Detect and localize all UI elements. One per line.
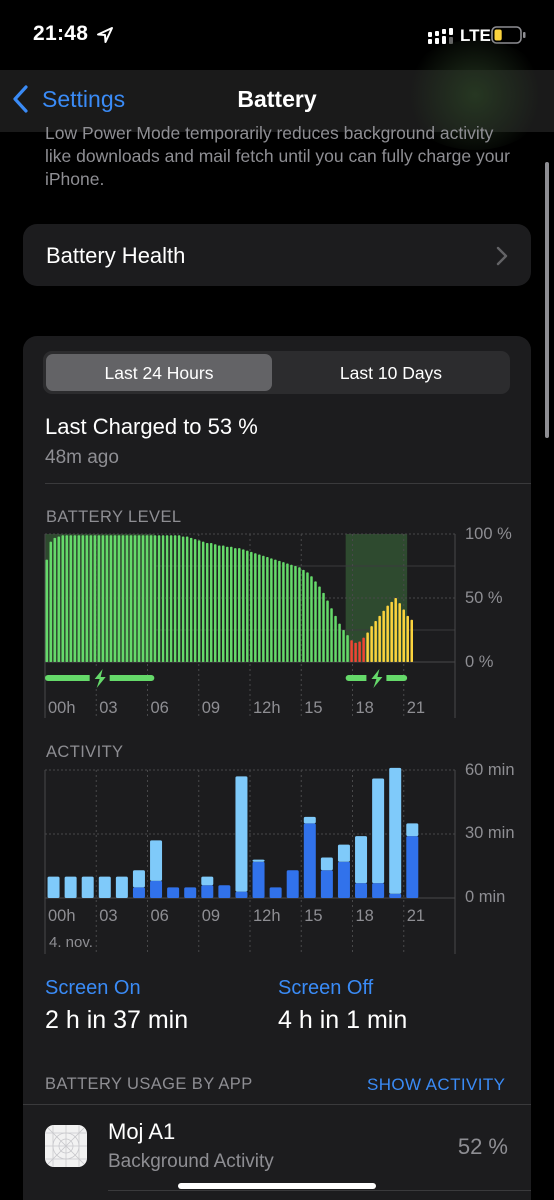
screen-on-bar	[98, 876, 111, 898]
screen-on-bar	[406, 823, 419, 837]
screen-off-bar	[132, 887, 145, 898]
screen-on-bar	[201, 876, 214, 886]
screen-on-bar	[337, 844, 350, 862]
screen-on-bar	[64, 876, 77, 898]
app-name: Moj A1	[108, 1119, 176, 1144]
screen-on-label: Screen On	[45, 977, 141, 999]
screen-on-bar	[115, 876, 128, 898]
screen-off-bar	[337, 861, 350, 898]
screen-off-bar	[235, 891, 248, 898]
show-activity-button[interactable]: SHOW ACTIVITY	[367, 1075, 505, 1095]
activity-y-tick-0: 0 min	[465, 888, 506, 906]
screen-off-bar	[406, 836, 419, 898]
screen-off-bar	[355, 883, 368, 898]
screen-off-bar	[218, 885, 231, 898]
screen-on-bar	[320, 857, 333, 871]
divider	[108, 1190, 531, 1191]
screen-off-bar	[303, 823, 316, 898]
screen-off-bar	[286, 870, 299, 898]
screen-off-bar	[320, 870, 333, 898]
activity-x-tick-label: 06	[150, 907, 169, 925]
activity-y-tick-60: 60 min	[465, 761, 515, 779]
activity-x-tick-label: 09	[201, 907, 221, 925]
activity-y-tick-30: 30 min	[465, 824, 515, 842]
placeholder-app-icon	[45, 1125, 87, 1167]
screen-off-bar	[167, 887, 180, 898]
screen-off-bar	[150, 880, 163, 898]
screen-on-bar	[355, 836, 368, 884]
screen-on-bar	[389, 767, 402, 894]
screen-off-bar	[184, 887, 197, 898]
screen-off-bar	[269, 887, 282, 898]
screen-off-bar	[252, 861, 265, 898]
activity-x-tick-label: 18	[355, 907, 374, 925]
screen-on-bar	[372, 778, 385, 884]
app-subtitle: Background Activity	[108, 1151, 274, 1172]
screen-on-bar	[303, 816, 316, 824]
battery-usage-by-app-header: BATTERY USAGE BY APP	[45, 1075, 253, 1093]
activity-date-label: 4. nov.	[49, 934, 93, 951]
activity-x-tick-label: 15	[304, 907, 323, 925]
screen-off-bar	[201, 885, 214, 898]
scroll-indicator[interactable]	[545, 162, 549, 438]
screen-on-bar	[150, 840, 163, 881]
app-percent: 52 %	[457, 1134, 508, 1159]
screen-off-bar	[389, 893, 402, 898]
screen-on-bar	[132, 870, 145, 888]
activity-x-tick-label: 03	[99, 907, 118, 925]
divider	[23, 1104, 531, 1105]
screen-on-value: 2 h in 37 min	[45, 1006, 189, 1034]
screen-on-bar	[235, 776, 248, 892]
activity-x-tick-label: 21	[406, 907, 426, 925]
screen-on-bar	[47, 876, 60, 898]
screen-on-bar	[81, 876, 94, 898]
activity-x-tick-label: 00h	[48, 907, 76, 925]
home-indicator[interactable]	[178, 1183, 376, 1189]
screen-on-bar	[252, 859, 265, 862]
activity-x-tick-label: 12h	[253, 907, 281, 925]
screen-off-bar	[372, 883, 385, 898]
screen-off-value: 4 h in 1 min	[278, 1006, 408, 1034]
screen-off-label: Screen Off	[278, 977, 374, 999]
